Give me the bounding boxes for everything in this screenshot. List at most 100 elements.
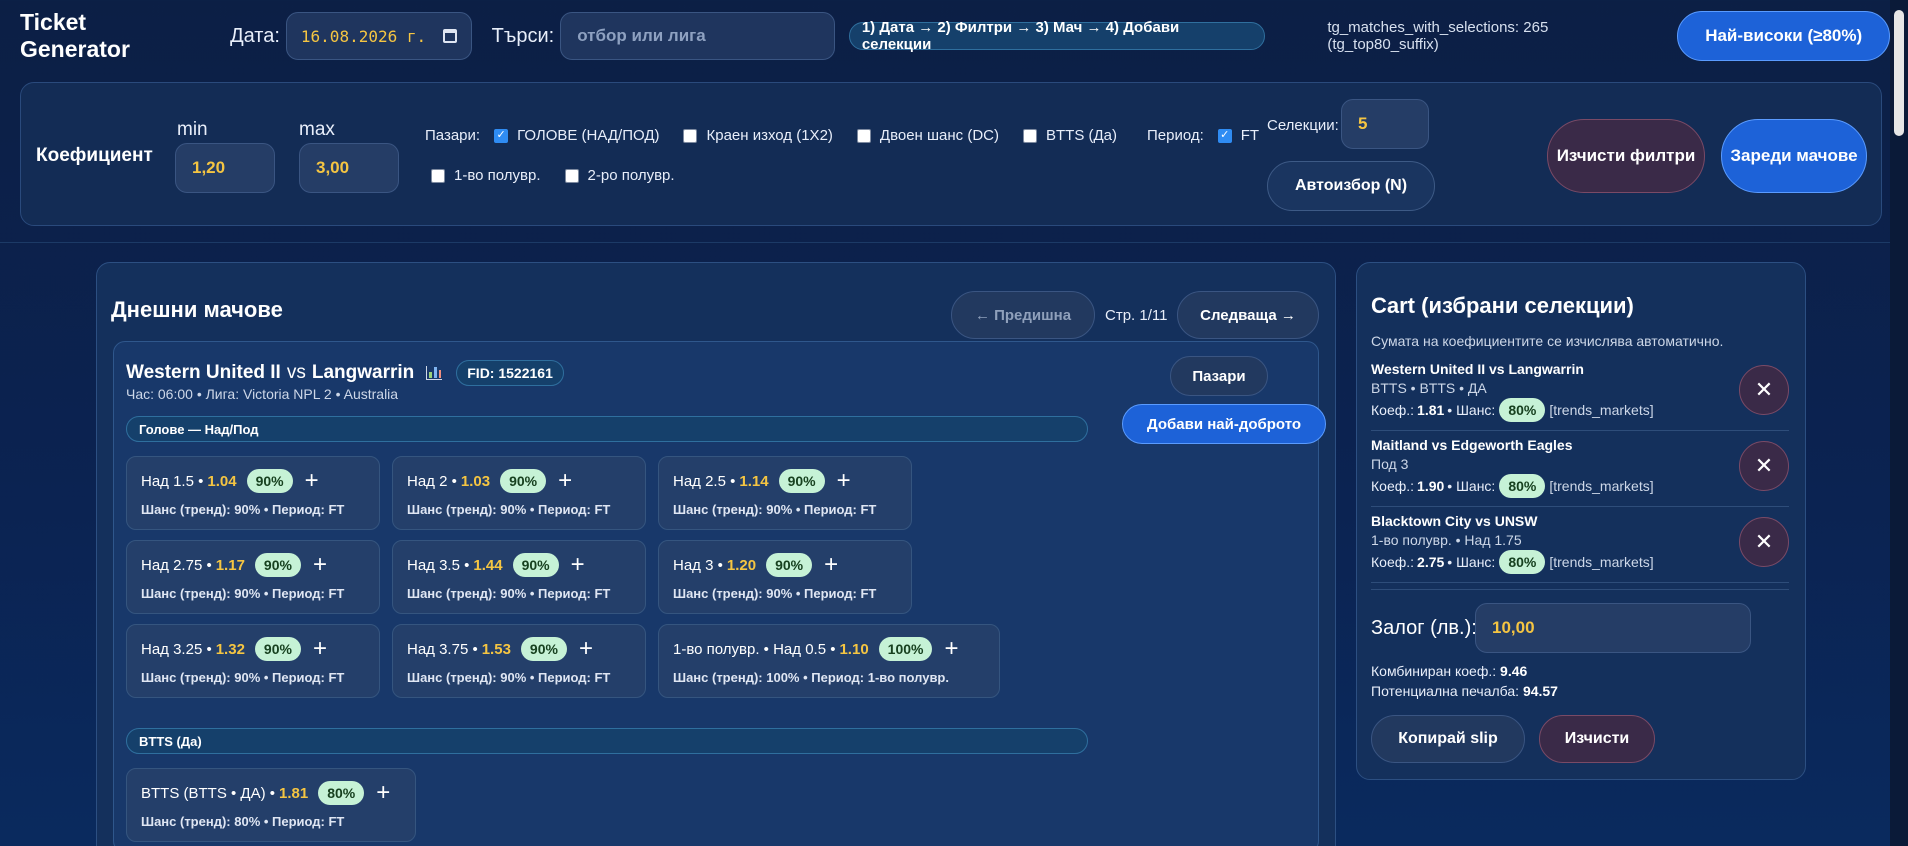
matches-title: Днешни мачове	[111, 297, 283, 322]
clear-filters-button[interactable]: Изчисти филтри	[1547, 119, 1705, 193]
add-plus-icon[interactable]: +	[313, 637, 327, 661]
close-icon: ✕	[1754, 377, 1774, 402]
away-team: Langwarrin	[311, 362, 415, 383]
checkbox-ft[interactable]: ✓	[1217, 128, 1232, 143]
selection-card[interactable]: Над 1.5 • 1.04 90% + Шанс (тренд): 90% • Пе…	[126, 456, 380, 530]
search-label: Търси:	[491, 24, 555, 47]
remove-item-button[interactable]: ✕	[1739, 365, 1789, 415]
checkbox-1x2[interactable]	[683, 128, 698, 143]
page-scrollbar[interactable]	[1890, 0, 1908, 846]
selection-label: Над 2.75 •	[141, 556, 212, 574]
cart-note: Сумата на коефициентите се изчислява авт…	[1371, 333, 1724, 349]
next-page-button[interactable]: Следваща →	[1177, 291, 1319, 339]
markets-row: Пазари: ✓ ГОЛОВЕ (НАД/ПОД) Краен изход (…	[425, 127, 1283, 144]
selection-card[interactable]: Над 2.5 • 1.14 90% + Шанс (тренд): 90% • Пе…	[658, 456, 912, 530]
checkbox-goals[interactable]: ✓	[494, 128, 509, 143]
remove-item-button[interactable]: ✕	[1739, 517, 1789, 567]
combined-label: Комбиниран коеф.:	[1371, 663, 1497, 679]
date-input[interactable]: 16.08.2026 г.	[285, 12, 472, 60]
checkbox-1st-half[interactable]	[431, 168, 445, 183]
checkbox-btts[interactable]	[1022, 128, 1037, 143]
chance-badge: 90%	[512, 553, 559, 577]
selection-info: Шанс (тренд): 90% • Период: FT	[141, 502, 345, 517]
add-plus-icon[interactable]: +	[579, 637, 593, 661]
calendar-icon[interactable]	[442, 29, 457, 43]
cart-item: Blacktown City vs UNSW 1-во полувр. • На…	[1371, 507, 1789, 583]
stats-chart-icon[interactable]	[426, 366, 443, 380]
top-picks-button[interactable]: Най-високи (≥80%)	[1677, 11, 1890, 61]
cart-divider	[1371, 589, 1789, 590]
selection-card[interactable]: Над 3 • 1.20 90% + Шанс (тренд): 90% • Пери…	[658, 540, 912, 614]
copy-slip-button[interactable]: Копирай slip	[1371, 715, 1525, 763]
selection-card[interactable]: Над 2 • 1.03 90% + Шанс (тренд): 90% • Пери…	[392, 456, 646, 530]
add-plus-icon[interactable]: +	[571, 553, 585, 577]
cart-item-selection: 1-во полувр. • Над 1.75	[1371, 532, 1522, 548]
min-odds-input[interactable]: 1,20	[175, 143, 275, 193]
selection-odds: 1.32	[215, 640, 245, 658]
stake-input[interactable]: 10,00	[1475, 603, 1751, 653]
max-odds-input[interactable]: 3,00	[299, 143, 399, 193]
selection-card[interactable]: Над 2.75 • 1.17 90% + Шанс (тренд): 90% • П…	[126, 540, 380, 614]
cart-item-odds: 1.90	[1417, 478, 1445, 494]
combined-value: 9.46	[1500, 663, 1528, 679]
add-plus-icon[interactable]: +	[824, 553, 838, 577]
auto-select-button[interactable]: Автоизбор (N)	[1267, 161, 1435, 211]
period-ft-label: FT	[1240, 127, 1260, 144]
matches-panel: Днешни мачове ← Предишна Стр. 1/11 Следв…	[96, 262, 1336, 846]
close-icon: ✕	[1754, 529, 1774, 554]
markets-label: Пазари:	[425, 127, 481, 144]
cart-item-odds: 2.75	[1417, 554, 1445, 570]
chance-badge: 100%	[878, 637, 933, 661]
checkbox-dc[interactable]	[856, 128, 871, 143]
add-plus-icon[interactable]: +	[305, 469, 319, 493]
selection-odds: 1.81	[279, 784, 309, 802]
selection-card[interactable]: Над 3.25 • 1.32 90% + Шанс (тренд): 90% • П…	[126, 624, 380, 698]
selection-info: Шанс (тренд): 90% • Период: FT	[407, 502, 611, 517]
payout-value: 94.57	[1522, 683, 1558, 699]
market-dc-label: Двоен шанс (DC)	[879, 127, 999, 144]
page-info: Стр. 1/11	[1105, 307, 1168, 324]
add-plus-icon[interactable]: +	[837, 469, 851, 493]
remove-item-button[interactable]: ✕	[1739, 441, 1789, 491]
search-input[interactable]: отбор или лига	[560, 12, 835, 60]
add-plus-icon[interactable]: +	[944, 637, 958, 661]
selection-card[interactable]: Над 3.75 • 1.53 90% + Шанс (тренд): 90% • П…	[392, 624, 646, 698]
add-plus-icon[interactable]: +	[313, 553, 327, 577]
selection-info: Шанс (тренд): 90% • Период: FT	[141, 670, 345, 685]
selection-card[interactable]: Над 3.5 • 1.44 90% + Шанс (тренд): 90% • Пе…	[392, 540, 646, 614]
checkbox-2nd-half[interactable]	[564, 168, 579, 183]
top-bar: Ticket Generator Дата: 16.08.2026 г. Тър…	[0, 0, 1890, 72]
selection-odds: 1.03	[460, 472, 491, 490]
app-title: Ticket Generator	[20, 9, 130, 62]
clear-cart-button[interactable]: Изчисти	[1539, 715, 1655, 763]
goals-section-header: Голове — Над/Под	[126, 416, 1088, 442]
selections-count-input[interactable]: 5	[1341, 99, 1429, 149]
load-matches-button[interactable]: Зареди мачове	[1721, 119, 1867, 193]
chance-badge: 90%	[500, 469, 547, 493]
chance-badge: 90%	[254, 637, 301, 661]
prev-page-button[interactable]: ← Предишна	[951, 291, 1095, 339]
selection-card[interactable]: 1-во полувр. • Над 0.5 • 1.10 100% + Шанс (…	[658, 624, 1000, 698]
selection-card[interactable]: BTTS (BTTS • ДА) • 1.81 80% + Шанс (тренд):…	[126, 768, 416, 842]
chance-label: • Шанс:	[1447, 554, 1496, 570]
cart-item-title: Maitland vs Edgeworth Eagles	[1371, 437, 1573, 453]
markets-button[interactable]: Пазари	[1170, 356, 1268, 396]
add-plus-icon[interactable]: +	[558, 469, 572, 493]
chance-badge: 80%	[1499, 398, 1546, 422]
add-plus-icon[interactable]: +	[376, 781, 390, 805]
chance-badge: 90%	[778, 469, 825, 493]
selection-odds: 1.14	[739, 472, 769, 490]
add-best-button[interactable]: Добави най-доброто	[1122, 404, 1326, 444]
selection-odds: 1.53	[481, 640, 511, 658]
scrollbar-thumb[interactable]	[1894, 10, 1904, 136]
selection-label: Над 3.75 •	[407, 640, 478, 658]
cart-item-title: Blacktown City vs UNSW	[1371, 513, 1538, 529]
period-2nd-half-label: 2-ро полувр.	[587, 167, 675, 184]
selection-label: Над 3 •	[673, 556, 723, 574]
payout-label: Потенциална печалба:	[1371, 683, 1520, 699]
cart-item-selection: BTTS • BTTS • ДА	[1371, 380, 1487, 396]
odds-filter-title: Коефициент	[36, 145, 153, 166]
min-label: min	[177, 119, 208, 140]
chance-badge: 90%	[520, 637, 567, 661]
match-subtitle: Час: 06:00 • Лига: Victoria NPL 2 • Aust…	[126, 386, 399, 402]
